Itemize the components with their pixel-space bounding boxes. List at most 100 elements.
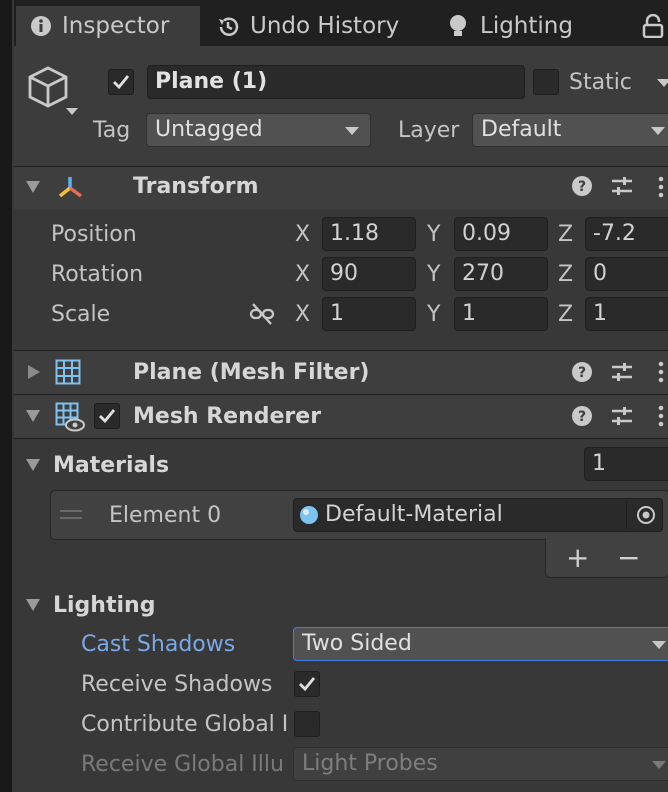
tab-inspector-label: Inspector <box>62 13 170 39</box>
axis-z-label[interactable]: Z <box>558 224 573 246</box>
receive-gi-value: Light Probes <box>302 751 438 776</box>
tab-lighting-label: Lighting <box>480 13 573 39</box>
axis-z-label[interactable]: Z <box>558 264 573 286</box>
position-z-field[interactable]: -7.2 <box>585 217 668 251</box>
object-header <box>14 46 668 166</box>
bulb-icon <box>450 15 466 36</box>
receive-shadows-checkbox[interactable] <box>294 671 320 697</box>
more-options-icon[interactable] <box>656 175 666 199</box>
add-element-button[interactable]: + <box>566 544 589 572</box>
materials-count-value: 1 <box>592 451 606 476</box>
help-icon[interactable]: ? <box>571 361 593 383</box>
chevron-down-icon <box>651 127 665 135</box>
mesh-renderer-enabled-checkbox[interactable] <box>94 403 120 429</box>
unlinked-scale-icon[interactable] <box>249 302 275 326</box>
chevron-down-icon <box>652 761 666 769</box>
axis-y-label[interactable]: Y <box>427 304 440 326</box>
axis-x-label[interactable]: X <box>295 264 310 286</box>
history-icon <box>219 17 239 36</box>
scale-x-field[interactable]: 1 <box>322 297 416 331</box>
rotation-z-field[interactable]: 0 <box>585 257 668 291</box>
cast-shadows-label: Cast Shadows <box>81 632 236 657</box>
material-object-field[interactable]: Default-Material <box>293 498 663 532</box>
object-picker-icon[interactable] <box>636 505 656 525</box>
contribute-gi-label: Contribute Global I <box>81 712 289 737</box>
transform-icon <box>58 177 83 198</box>
svg-text:?: ? <box>578 409 586 425</box>
axis-x-label[interactable]: X <box>295 224 310 246</box>
tag-dropdown[interactable]: Untagged <box>146 113 371 147</box>
receive-gi-label: Receive Global Illu <box>81 752 284 777</box>
mesh-filter-icon <box>55 359 81 385</box>
rotation-y-value: 270 <box>462 261 504 286</box>
checkmark-icon <box>99 409 116 424</box>
cast-shadows-dropdown[interactable]: Two Sided <box>293 627 668 661</box>
rotation-z-value: 0 <box>593 261 607 286</box>
static-checkbox[interactable] <box>533 69 559 95</box>
layer-value: Default <box>481 117 562 142</box>
list-footer <box>545 538 668 578</box>
object-name-input[interactable]: Plane (1) <box>147 65 525 99</box>
axis-z-label[interactable]: Z <box>558 304 573 326</box>
transform-title: Transform <box>133 174 259 199</box>
tab-undo-history[interactable]: Undo History <box>202 6 432 46</box>
material-value: Default-Material <box>325 502 503 527</box>
materials-label[interactable]: Materials <box>53 455 169 477</box>
more-options-icon[interactable] <box>656 404 666 428</box>
receive-gi-dropdown: Light Probes <box>293 747 668 781</box>
materials-foldout-icon[interactable] <box>26 459 40 471</box>
position-z-value: -7.2 <box>593 221 636 246</box>
foldout-arrow-icon[interactable] <box>28 365 40 379</box>
axis-x-label[interactable]: X <box>295 304 310 326</box>
foldout-arrow-icon[interactable] <box>26 410 40 422</box>
static-dropdown-caret[interactable] <box>657 79 668 87</box>
drag-handle-icon[interactable] <box>60 510 82 512</box>
tab-lighting[interactable]: Lighting <box>434 6 634 46</box>
position-y-field[interactable]: 0.09 <box>454 217 548 251</box>
lighting-foldout-icon[interactable] <box>26 599 40 611</box>
contribute-gi-checkbox[interactable] <box>294 711 320 737</box>
scale-y-value: 1 <box>462 301 476 326</box>
axis-y-label[interactable]: Y <box>427 224 440 246</box>
remove-element-button[interactable]: − <box>617 544 640 572</box>
svg-text:?: ? <box>578 365 586 381</box>
rotation-x-field[interactable]: 90 <box>322 257 416 291</box>
scale-label: Scale <box>51 302 111 327</box>
tag-value: Untagged <box>155 117 263 142</box>
presets-icon[interactable] <box>610 361 634 383</box>
checkmark-icon <box>113 75 130 90</box>
layer-dropdown[interactable]: Default <box>472 113 668 147</box>
materials-count-field[interactable]: 1 <box>584 447 668 481</box>
presets-icon[interactable] <box>610 175 634 197</box>
help-icon[interactable]: ? <box>571 405 593 427</box>
lighting-label[interactable]: Lighting <box>53 595 155 617</box>
layer-label: Layer <box>398 118 460 143</box>
position-x-value: 1.18 <box>330 221 379 246</box>
active-checkbox[interactable] <box>108 69 134 95</box>
lock-icon[interactable] <box>642 14 664 38</box>
static-label: Static <box>569 70 632 95</box>
chevron-down-icon <box>345 127 359 135</box>
rotation-y-field[interactable]: 270 <box>454 257 548 291</box>
chevron-down-icon <box>652 641 666 649</box>
foldout-arrow-icon[interactable] <box>26 181 40 193</box>
tab-inspector[interactable]: Inspector <box>16 6 200 46</box>
gameobject-cube-icon[interactable] <box>26 64 84 122</box>
scale-y-field[interactable]: 1 <box>454 297 548 331</box>
tab-undo-history-label: Undo History <box>250 13 400 39</box>
presets-icon[interactable] <box>610 405 634 427</box>
mesh-filter-title: Plane (Mesh Filter) <box>133 360 370 385</box>
scale-x-value: 1 <box>330 301 344 326</box>
transform-header[interactable] <box>14 166 668 209</box>
more-options-icon[interactable] <box>656 360 666 384</box>
cast-shadows-value: Two Sided <box>302 631 412 656</box>
position-x-field[interactable]: 1.18 <box>322 217 416 251</box>
element-0-label: Element 0 <box>109 503 222 528</box>
scale-z-value: 1 <box>593 301 607 326</box>
receive-shadows-label: Receive Shadows <box>81 672 273 697</box>
info-icon <box>31 16 51 36</box>
axis-y-label[interactable]: Y <box>427 264 440 286</box>
scale-z-field[interactable]: 1 <box>585 297 668 331</box>
position-label: Position <box>51 222 137 247</box>
help-icon[interactable]: ? <box>571 175 593 197</box>
